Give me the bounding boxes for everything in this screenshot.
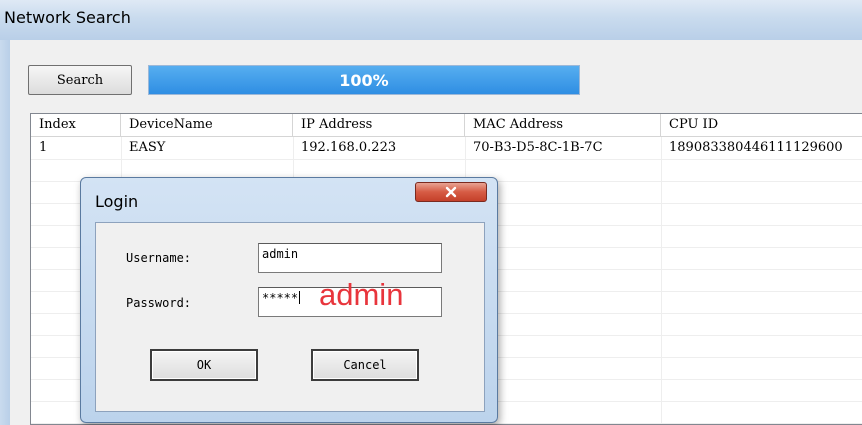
list-header: Index DeviceName IP Address MAC Address …	[31, 114, 862, 137]
column-header-device-name[interactable]: DeviceName	[121, 114, 293, 136]
column-gridline	[661, 137, 662, 424]
cell-index: 1	[39, 140, 48, 155]
text-cursor	[299, 291, 301, 304]
window-frame-left	[0, 40, 10, 425]
row-gridline	[31, 159, 862, 160]
cell-device-name: EASY	[129, 140, 166, 155]
table-row[interactable]: 1 EASY 192.168.0.223 70-B3-D5-8C-1B-7C 1…	[31, 137, 862, 159]
close-icon	[445, 186, 457, 198]
cell-ip-address: 192.168.0.223	[301, 140, 397, 155]
search-progress-bar: 100%	[148, 65, 580, 95]
ok-button[interactable]: OK	[150, 349, 258, 381]
cancel-button[interactable]: Cancel	[311, 349, 419, 381]
username-label: Username:	[126, 251, 192, 265]
password-mask: *****	[262, 291, 299, 305]
login-dialog[interactable]: Login Username: admin Password: ***** OK…	[80, 177, 498, 423]
search-button[interactable]: Search	[28, 65, 132, 95]
row-gridline	[31, 423, 862, 424]
column-header-ip-address[interactable]: IP Address	[293, 114, 465, 136]
window-titlebar[interactable]: Network Search	[0, 0, 862, 40]
username-field[interactable]: admin	[258, 243, 442, 273]
close-button[interactable]	[415, 182, 487, 202]
password-hint-annotation: admin	[319, 277, 404, 312]
column-header-index[interactable]: Index	[31, 114, 121, 136]
cell-cpu-id: 189083380446111129600	[669, 140, 843, 155]
dialog-title: Login	[95, 192, 139, 211]
window-title: Network Search	[4, 8, 131, 27]
dialog-body: Username: admin Password: ***** OK Cance…	[95, 222, 485, 412]
column-header-cpu-id[interactable]: CPU ID	[661, 114, 862, 136]
cell-mac-address: 70-B3-D5-8C-1B-7C	[473, 140, 603, 155]
password-label: Password:	[126, 296, 192, 310]
column-header-mac-address[interactable]: MAC Address	[465, 114, 661, 136]
progress-text: 100%	[339, 70, 389, 90]
